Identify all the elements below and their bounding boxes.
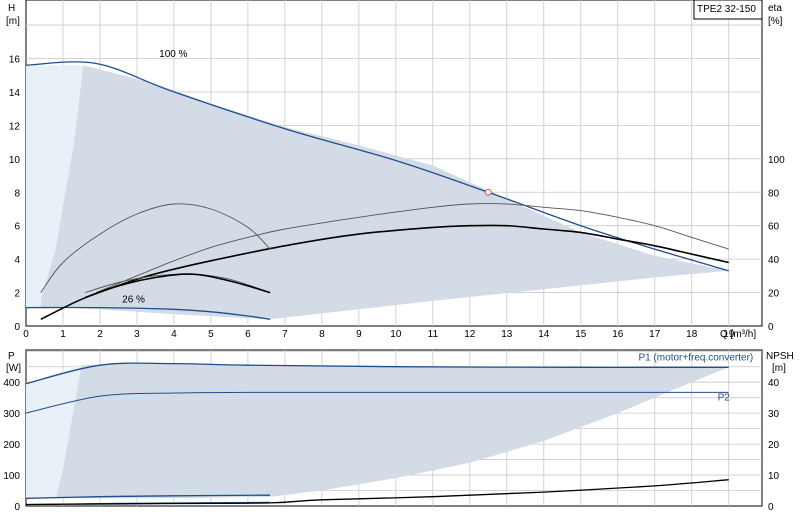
x-tick-label: 16	[612, 329, 624, 340]
head-y-tick-label: 12	[9, 121, 21, 132]
npsh-y-label: NPSH	[766, 351, 794, 362]
head-y-tick-label: 4	[14, 255, 20, 266]
x-tick-label: 12	[464, 329, 476, 340]
x-tick-label: 15	[575, 329, 587, 340]
head-y-tick-label: 2	[14, 289, 20, 300]
power-y-tick-label: 100	[3, 471, 20, 482]
speed-26-label: 26 %	[122, 295, 145, 306]
head-y-tick-label: 6	[14, 222, 20, 233]
npsh-y-tick-label: 10	[768, 471, 780, 482]
power-operating-area	[55, 363, 729, 499]
x-tick-label: 13	[501, 329, 513, 340]
chart-title: TPE2 32-150	[697, 4, 756, 15]
head-y-unit: [m]	[6, 16, 20, 27]
power-y-tick-label: 300	[3, 409, 20, 420]
eta-y-tick-label: 100	[768, 155, 785, 166]
speed-100-label: 100 %	[159, 49, 187, 60]
head-y-tick-label: 16	[9, 55, 21, 66]
pump-performance-chart: 0 1 2 3 4 5 6 7 8 9 10 11 12 13 14 15 16 17 18 190246810121…	[3, 0, 794, 513]
eta-y-tick-label: 0	[768, 322, 774, 333]
x-tick-label: 8	[319, 329, 325, 340]
duty-point	[484, 188, 492, 196]
power-chart-panel: 0 100 200 300 400 0 10 20 30 40 P [W] NPSH [m] P1…	[3, 349, 794, 513]
x-tick-label: 0	[23, 329, 29, 340]
eta-y-tick-label: 60	[768, 222, 780, 233]
q-x-label: Q [m³/h]	[720, 329, 756, 340]
x-tick-label: 18	[686, 329, 698, 340]
eta-y-tick-label: 80	[768, 188, 780, 199]
eta-y-label: eta	[768, 3, 782, 14]
x-tick-label: 7	[282, 329, 288, 340]
eta-y-unit: [%]	[768, 16, 783, 27]
head-y-tick-label: 0	[14, 322, 20, 333]
npsh-y-unit: [m]	[772, 363, 786, 374]
power-operating-region	[26, 363, 729, 499]
npsh-y-tick-label: 30	[768, 409, 780, 420]
head-y-tick-label: 10	[9, 155, 21, 166]
x-tick-label: 4	[171, 329, 177, 340]
x-tick-label: 14	[538, 329, 550, 340]
head-chart-panel: 0 1 2 3 4 5 6 7 8 9 10 11 12 13 14 15 16 17 18 190246810121…	[6, 0, 785, 340]
power-y-tick-label: 200	[3, 440, 20, 451]
x-tick-label: 1	[60, 329, 66, 340]
npsh-y-tick-label: 0	[768, 502, 774, 513]
npsh-y-tick-label: 20	[768, 440, 780, 451]
x-tick-label: 3	[134, 329, 140, 340]
power-y-label: P	[8, 351, 15, 362]
head-y-tick-label: 8	[14, 188, 20, 199]
p1-curve-label: P1 (motor+freq.converter)	[638, 352, 753, 363]
eta-y-tick-label: 40	[768, 255, 780, 266]
head-y-label: H	[8, 3, 15, 14]
npsh-y-tick-label: 40	[768, 378, 780, 389]
x-tick-label: 5	[208, 329, 214, 340]
x-tick-label: 2	[97, 329, 103, 340]
power-y-unit: [W]	[6, 363, 21, 374]
p2-curve-label: P2	[718, 393, 731, 404]
eta-y-tick-label: 20	[768, 289, 780, 300]
x-tick-label: 9	[356, 329, 362, 340]
x-tick-label: 11	[428, 329, 439, 340]
power-y-tick-label: 0	[14, 502, 20, 513]
x-tick-label: 6	[245, 329, 251, 340]
x-tick-label: 10	[390, 329, 402, 340]
power-y-tick-label: 400	[3, 378, 20, 389]
x-tick-label: 17	[649, 329, 661, 340]
head-y-tick-label: 14	[9, 88, 21, 99]
